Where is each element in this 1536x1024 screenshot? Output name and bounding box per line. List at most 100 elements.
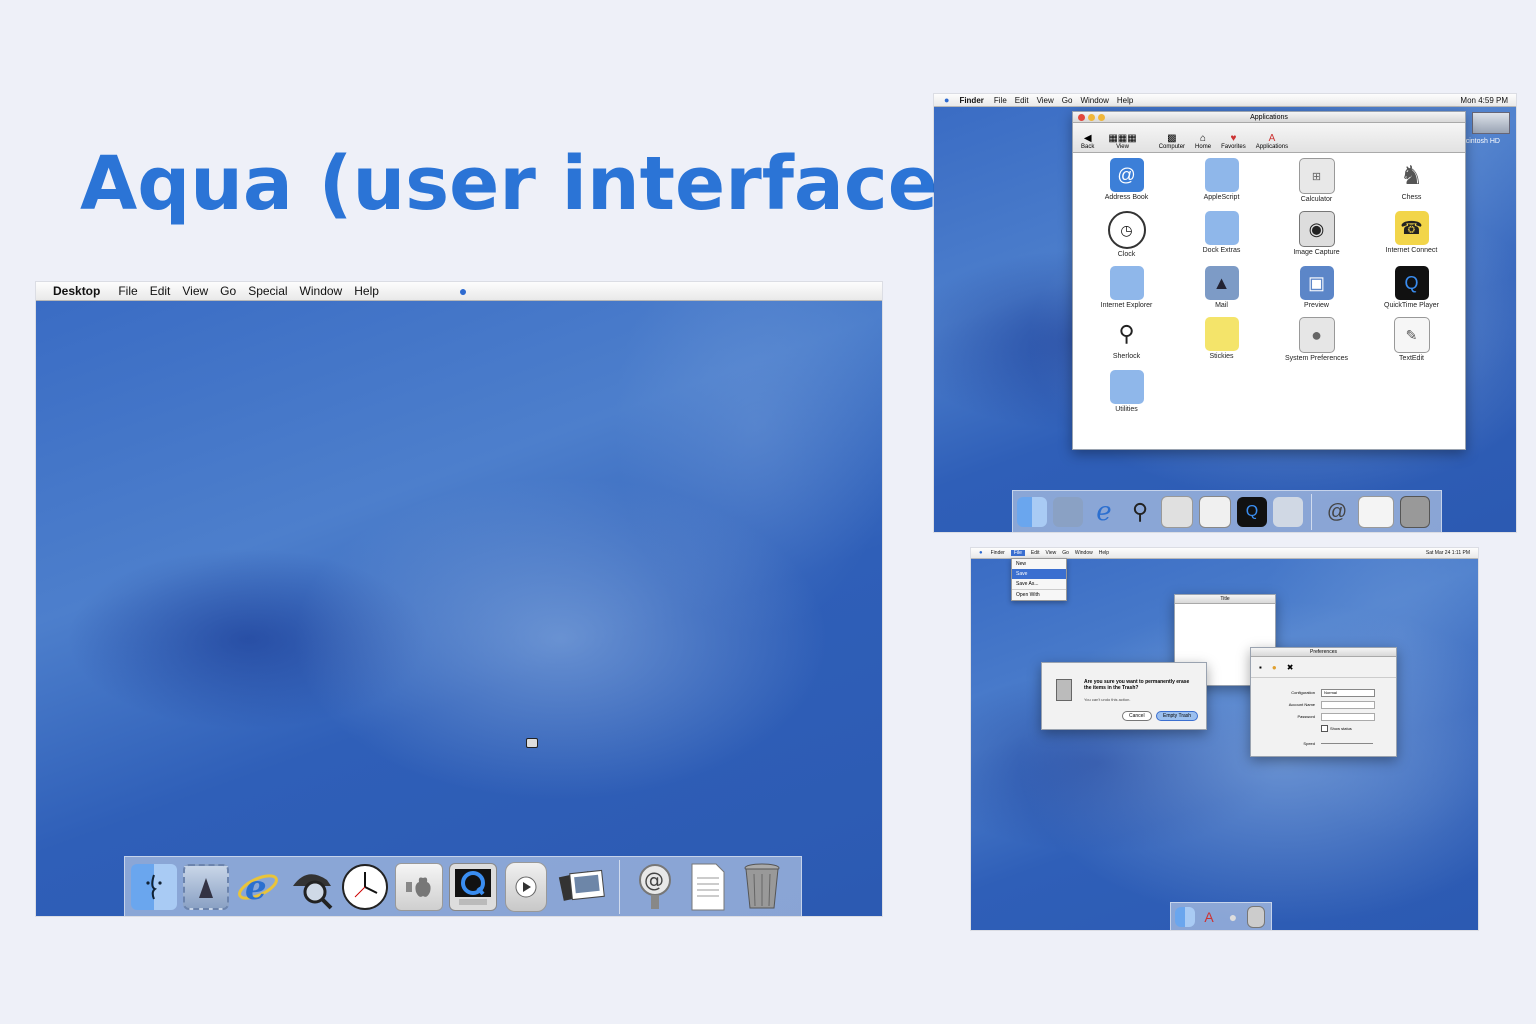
file-menu-item-open-with[interactable]: Open With xyxy=(1012,589,1066,600)
image-capture-icon[interactable] xyxy=(557,864,609,910)
document-icon[interactable] xyxy=(688,862,728,912)
app-item[interactable]: ◷ Clock xyxy=(1079,211,1174,258)
menu-view[interactable]: View xyxy=(1046,550,1057,556)
address-book-icon: @ xyxy=(1109,158,1144,192)
app-item[interactable]: Utilities xyxy=(1079,370,1174,413)
dock-separator xyxy=(1311,494,1312,530)
dock-separator xyxy=(619,860,620,914)
favorites-button[interactable]: ♥ Favorites xyxy=(1221,133,1246,150)
menu-file[interactable]: File xyxy=(1010,550,1025,556)
menu-help[interactable]: Help xyxy=(1099,550,1109,556)
mail-icon[interactable] xyxy=(1053,497,1083,527)
menu-file[interactable]: File xyxy=(118,284,137,298)
window-title: Applications xyxy=(1250,113,1288,121)
file-menu-item-save[interactable]: Save xyxy=(1012,569,1066,579)
menu-special[interactable]: Special xyxy=(248,284,287,298)
app-item[interactable]: Stickies xyxy=(1174,317,1269,362)
account-name-field[interactable] xyxy=(1321,701,1375,709)
menu-edit[interactable]: Edit xyxy=(1015,96,1029,105)
speed-slider[interactable] xyxy=(1321,743,1373,744)
menu-go[interactable]: Go xyxy=(1062,550,1069,556)
menu-go[interactable]: Go xyxy=(220,284,236,298)
prefs-tools-icon[interactable]: ✖ xyxy=(1287,663,1294,672)
favorites-icon: ♥ xyxy=(1230,133,1237,144)
applications-icon[interactable]: A xyxy=(1199,907,1219,927)
mail-icon[interactable] xyxy=(183,864,229,910)
password-field[interactable] xyxy=(1321,713,1375,721)
system-preferences-icon[interactable] xyxy=(1161,496,1193,528)
menu-go[interactable]: Go xyxy=(1062,96,1073,105)
view-button[interactable]: ▦▦▦ View xyxy=(1108,133,1136,150)
menu-edit[interactable]: Edit xyxy=(1031,550,1040,556)
preview-icon[interactable] xyxy=(1273,497,1303,527)
menubar: ● Finder File Edit View Go Window Help M… xyxy=(934,94,1516,107)
menu-edit[interactable]: Edit xyxy=(150,284,171,298)
cancel-button[interactable]: Cancel xyxy=(1122,711,1152,721)
app-item[interactable]: Q QuickTime Player xyxy=(1364,266,1459,309)
quicktime-icon[interactable] xyxy=(449,863,497,911)
menu-desktop[interactable]: Desktop xyxy=(53,284,100,298)
trash-icon[interactable] xyxy=(1247,906,1265,928)
system-preferences-icon[interactable] xyxy=(395,863,443,911)
menu-finder[interactable]: Finder xyxy=(959,96,983,105)
document-icon[interactable] xyxy=(1358,496,1394,528)
sherlock-icon[interactable] xyxy=(287,864,337,910)
menu-help[interactable]: Help xyxy=(1117,96,1133,105)
menu-window[interactable]: Window xyxy=(1080,96,1108,105)
menu-finder[interactable]: Finder xyxy=(991,550,1005,556)
show-status-checkbox[interactable]: Show status xyxy=(1321,725,1352,732)
applications-button[interactable]: A Applications xyxy=(1256,133,1288,150)
empty-trash-button[interactable]: Empty Trash xyxy=(1156,711,1199,721)
app-item[interactable]: ♞ Chess xyxy=(1364,158,1459,203)
clock-icon[interactable] xyxy=(341,863,389,911)
finder-icon[interactable] xyxy=(1017,497,1047,527)
at-sign-icon[interactable]: @ xyxy=(1322,497,1352,527)
prefs-color-icon[interactable]: ● xyxy=(1272,663,1277,672)
menu-window[interactable]: Window xyxy=(1075,550,1093,556)
app-item[interactable]: AppleScript xyxy=(1174,158,1269,203)
file-menu-item-new[interactable]: New xyxy=(1012,559,1066,569)
app-item[interactable]: ▣ Preview xyxy=(1269,266,1364,309)
app-item[interactable]: @ Address Book xyxy=(1079,158,1174,203)
internet-explorer-icon[interactable]: e xyxy=(1089,497,1119,527)
app-item[interactable]: Internet Explorer xyxy=(1079,266,1174,309)
apple-icon[interactable]: ● xyxy=(944,95,949,105)
app-item[interactable]: ⚲ Sherlock xyxy=(1079,317,1174,362)
system-preferences-icon[interactable]: ● xyxy=(1223,907,1243,927)
apple-icon[interactable]: ● xyxy=(979,550,983,556)
at-sign-icon[interactable]: @ xyxy=(634,862,676,912)
back-button[interactable]: ◀ Back xyxy=(1081,133,1094,150)
configuration-select[interactable]: Normal xyxy=(1321,689,1375,697)
menu-file[interactable]: File xyxy=(994,96,1007,105)
app-item[interactable]: ⊞ Calculator xyxy=(1269,158,1364,203)
finder-icon[interactable] xyxy=(131,864,177,910)
app-item[interactable]: Dock Extras xyxy=(1174,211,1269,258)
home-button[interactable]: ⌂ Home xyxy=(1195,133,1211,150)
apple-icon[interactable]: ● xyxy=(459,283,467,299)
finder-icon[interactable] xyxy=(1175,907,1195,927)
menu-view[interactable]: View xyxy=(182,284,208,298)
prefs-general-icon[interactable]: ▪ xyxy=(1259,663,1262,672)
app-item[interactable]: ▲ Mail xyxy=(1174,266,1269,309)
app-item[interactable]: ● System Preferences xyxy=(1269,317,1364,362)
view-icon: ▦▦▦ xyxy=(1108,133,1137,144)
menu-view[interactable]: View xyxy=(1037,96,1054,105)
file-menu-item-save-as[interactable]: Save As... xyxy=(1012,579,1066,589)
menu-window[interactable]: Window xyxy=(300,284,343,298)
app-item[interactable]: ◉ Image Capture xyxy=(1269,211,1364,258)
menu-help[interactable]: Help xyxy=(354,284,379,298)
quicktime-icon[interactable]: Q xyxy=(1237,497,1267,527)
app-item[interactable]: ✎ TextEdit xyxy=(1364,317,1459,362)
svg-text:e: e xyxy=(245,868,267,908)
hard-drive-icon[interactable] xyxy=(1472,112,1510,134)
trash-icon[interactable] xyxy=(742,862,782,912)
app-item[interactable]: ☎ Internet Connect xyxy=(1364,211,1459,258)
monitor-icon[interactable] xyxy=(1199,496,1231,528)
trash-icon[interactable] xyxy=(1400,496,1430,528)
computer-button[interactable]: ▩ Computer xyxy=(1159,133,1185,150)
camera-icon xyxy=(526,738,538,748)
applications-icon: A xyxy=(1268,133,1276,144)
sherlock-icon[interactable]: ⚲ xyxy=(1125,497,1155,527)
itunes-icon[interactable] xyxy=(505,862,547,912)
internet-explorer-icon[interactable]: e xyxy=(235,864,281,910)
